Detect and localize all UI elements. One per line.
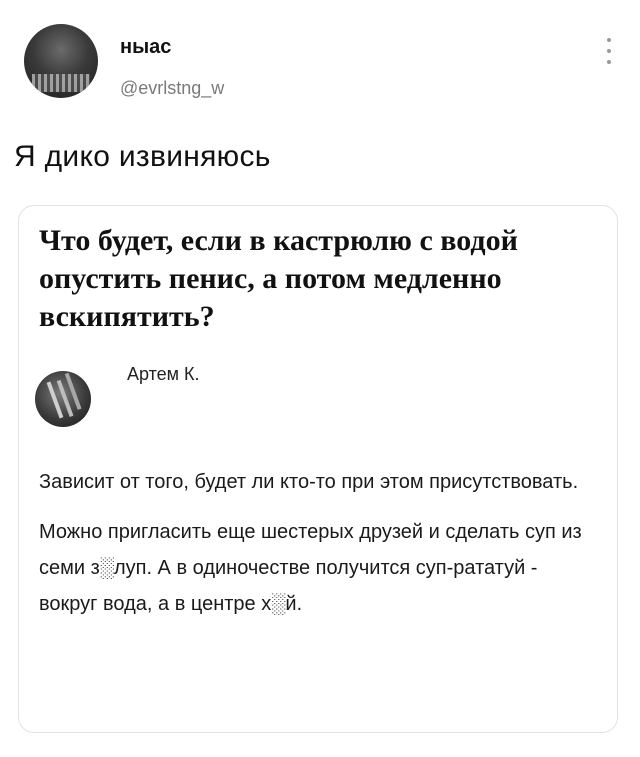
answer-body: Зависит от того, будет ли кто-то при это… [39, 464, 599, 636]
more-dot [607, 38, 611, 42]
quoted-answer-card[interactable]: Что будет, если в кастрюлю с водой опуст… [18, 205, 618, 733]
user-handle[interactable]: @evrlstng_w [120, 78, 224, 99]
more-vertical-icon[interactable] [606, 38, 612, 64]
author-name[interactable]: Артем К. [127, 364, 200, 385]
answer-paragraph: Зависит от того, будет ли кто-то при это… [39, 471, 579, 493]
more-dot [607, 49, 611, 53]
question-title: Что будет, если в кастрюлю с водой опуст… [39, 224, 518, 333]
display-name[interactable]: ныас [120, 36, 171, 59]
more-dot [607, 60, 611, 64]
tweet-text: Я дико извиняюсь [14, 140, 271, 173]
answer-paragraph: Можно пригласить еще шестерых друзей и с… [39, 521, 582, 615]
tweet-header: ныас @evrlstng_w [20, 18, 620, 108]
user-avatar[interactable] [24, 24, 98, 98]
author-avatar[interactable] [35, 371, 91, 427]
